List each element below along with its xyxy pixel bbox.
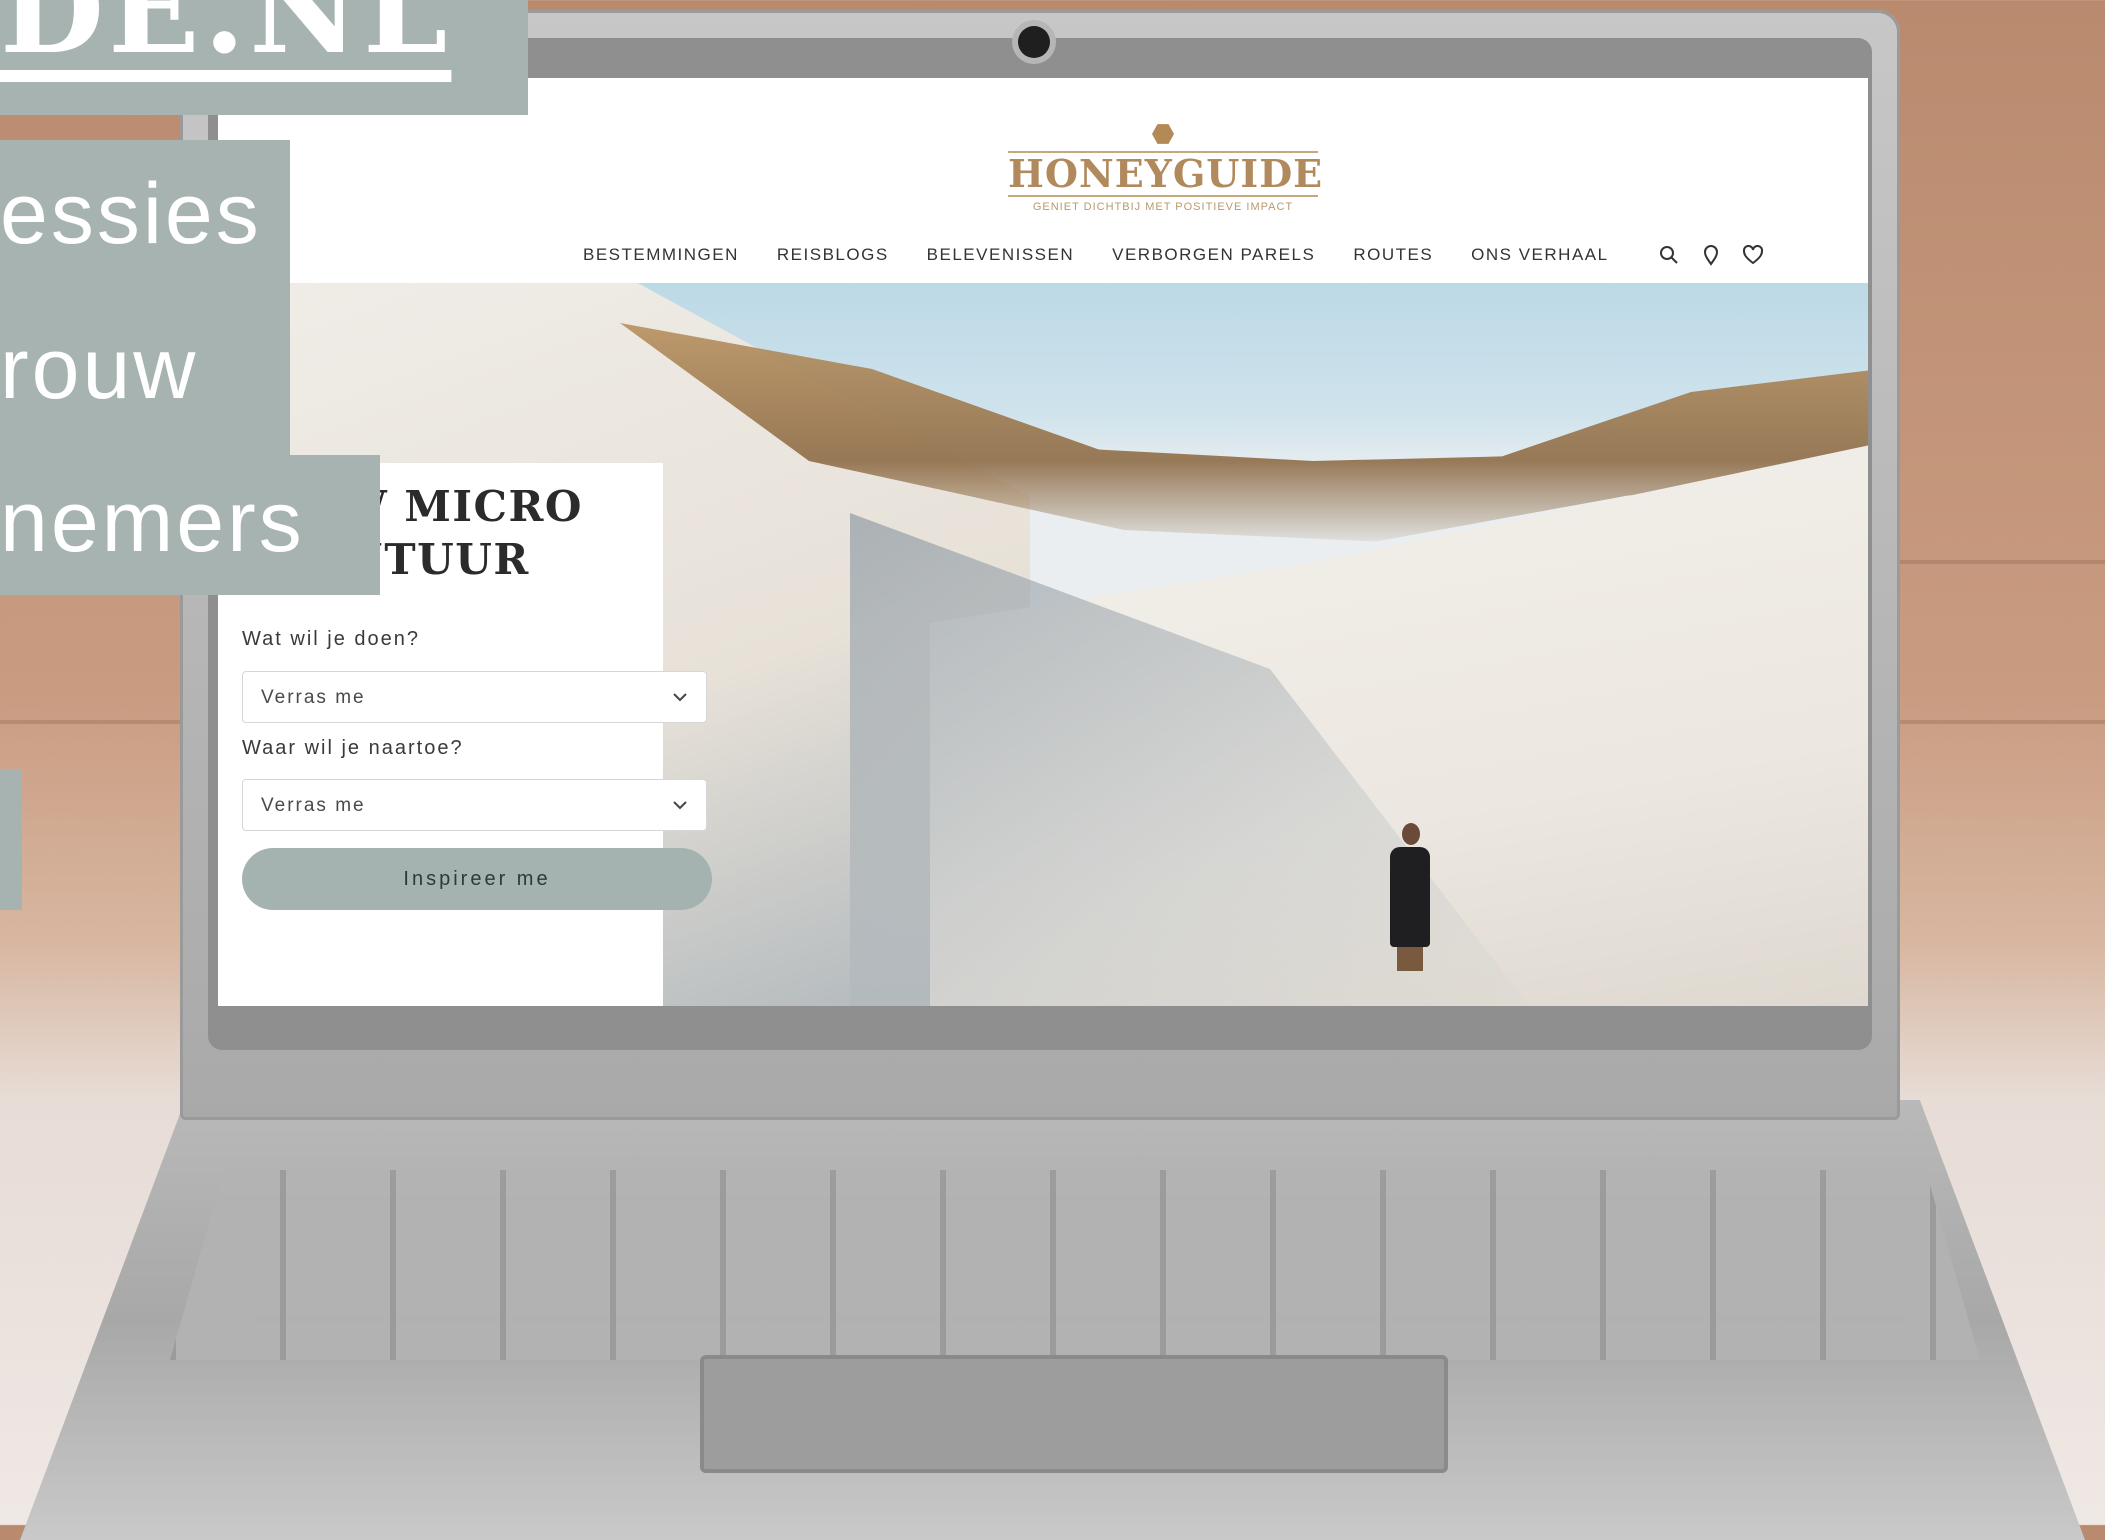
nav-ons-verhaal[interactable]: ONS VERHAAL [1471, 245, 1608, 265]
webcam-icon [1018, 26, 1050, 58]
overlay-line-box: essies [0, 140, 290, 290]
hexagon-icon [1152, 123, 1174, 145]
overlay-line: rouw [0, 321, 199, 417]
photo-scene: HONEYGUIDE GENIET DICHTBIJ MET POSITIEVE… [0, 0, 2105, 1540]
activity-select-value: Verras me [261, 687, 366, 708]
laptop-screen: HONEYGUIDE GENIET DICHTBIJ MET POSITIEVE… [218, 78, 1868, 1006]
overlay-line-box: nemers [0, 455, 380, 595]
nav-bestemmingen[interactable]: BESTEMMINGEN [583, 245, 739, 265]
nav-icon-group [1657, 243, 1765, 267]
overlay-fragment-box [0, 770, 22, 910]
nav-routes[interactable]: ROUTES [1353, 245, 1433, 265]
destination-select[interactable]: Verras me [242, 779, 707, 831]
person-figure [1390, 823, 1434, 973]
activity-select[interactable]: Verras me [242, 671, 707, 723]
site-logo[interactable]: HONEYGUIDE GENIET DICHTBIJ MET POSITIEVE… [1008, 123, 1324, 213]
trackpad [700, 1355, 1448, 1473]
nav-verborgen-parels[interactable]: VERBORGEN PARELS [1112, 245, 1315, 265]
main-nav: BESTEMMINGEN REISBLOGS BELEVENISSEN VERB… [583, 243, 1765, 267]
destination-select-value: Verras me [261, 795, 366, 816]
keyboard [170, 1170, 1980, 1360]
overlay-line: nemers [0, 474, 305, 570]
domain-banner: DE.NL [0, 0, 528, 115]
location-icon[interactable] [1699, 243, 1723, 267]
overlay-line-box: rouw [0, 290, 290, 455]
chevron-down-icon [673, 801, 687, 810]
chevron-down-icon [673, 693, 687, 702]
activity-label: Wat wil je doen? [242, 628, 420, 650]
heart-icon[interactable] [1741, 243, 1765, 267]
destination-label: Waar wil je naartoe? [242, 737, 464, 759]
nav-reisblogs[interactable]: REISBLOGS [777, 245, 889, 265]
nav-belevenissen[interactable]: BELEVENISSEN [927, 245, 1074, 265]
logo-title: HONEYGUIDE [1008, 151, 1324, 196]
logo-tagline: GENIET DICHTBIJ MET POSITIEVE IMPACT [1032, 200, 1294, 213]
inspire-button[interactable]: Inspireer me [242, 848, 712, 910]
search-icon[interactable] [1657, 243, 1681, 267]
domain-text: DE.NL [0, 0, 452, 81]
overlay-line: essies [0, 166, 262, 262]
